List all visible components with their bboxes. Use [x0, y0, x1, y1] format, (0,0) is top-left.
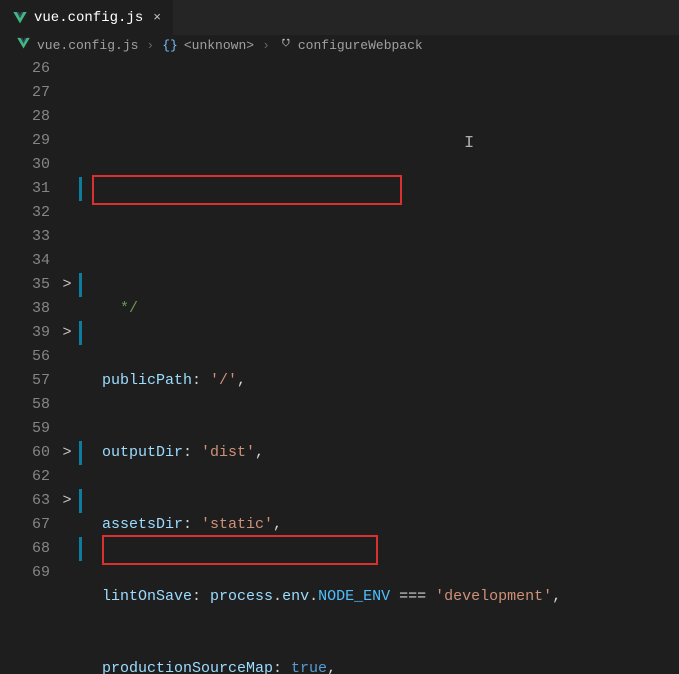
modified-line-marker — [79, 321, 82, 345]
modified-line-marker — [79, 177, 82, 201]
vue-file-icon — [16, 36, 31, 55]
modified-line-marker — [79, 441, 82, 465]
fold-chevron-icon[interactable]: > — [56, 321, 78, 345]
symbol-method-icon — [278, 37, 292, 55]
code-line: productionSourceMap: true, — [84, 657, 679, 674]
tab-filename: vue.config.js — [34, 10, 143, 26]
tab-vue-config[interactable]: vue.config.js × — [0, 0, 174, 35]
breadcrumb[interactable]: vue.config.js › {} <unknown> › configure… — [0, 35, 679, 57]
breadcrumb-symbol-1[interactable]: <unknown> — [184, 38, 254, 53]
line-number-gutter: 262728 293031 323334 353839 565758 59606… — [0, 57, 56, 674]
chevron-right-icon: › — [144, 38, 156, 53]
modified-line-marker — [79, 489, 82, 513]
code-line: */ — [84, 297, 679, 321]
vue-file-icon — [12, 10, 28, 26]
code-line: assetsDir: 'static', — [84, 513, 679, 537]
code-editor[interactable]: 262728 293031 323334 353839 565758 59606… — [0, 57, 679, 674]
chevron-right-icon: › — [260, 38, 272, 53]
code-area[interactable]: I */ publicPath: '/', outputDir: 'dist',… — [84, 57, 679, 674]
fold-chevron-icon[interactable]: > — [56, 273, 78, 297]
code-line: outputDir: 'dist', — [84, 441, 679, 465]
modified-line-marker — [79, 537, 82, 561]
symbol-object-icon: {} — [162, 38, 178, 53]
code-line: lintOnSave: process.env.NODE_ENV === 'de… — [84, 585, 679, 609]
close-icon[interactable]: × — [153, 10, 161, 25]
breadcrumb-symbol-2[interactable]: configureWebpack — [298, 38, 423, 53]
fold-chevron-icon[interactable]: > — [56, 441, 78, 465]
code-line: publicPath: '/', — [84, 369, 679, 393]
modified-line-marker — [79, 273, 82, 297]
fold-chevron-icon[interactable]: > — [56, 489, 78, 513]
tab-bar: vue.config.js × — [0, 0, 679, 35]
text-cursor: I — [464, 132, 474, 156]
breadcrumb-file[interactable]: vue.config.js — [37, 38, 138, 53]
annotation-highlight-2 — [102, 535, 378, 565]
annotation-highlight-1 — [92, 175, 402, 205]
fold-gutter: > > > > — [56, 57, 78, 674]
